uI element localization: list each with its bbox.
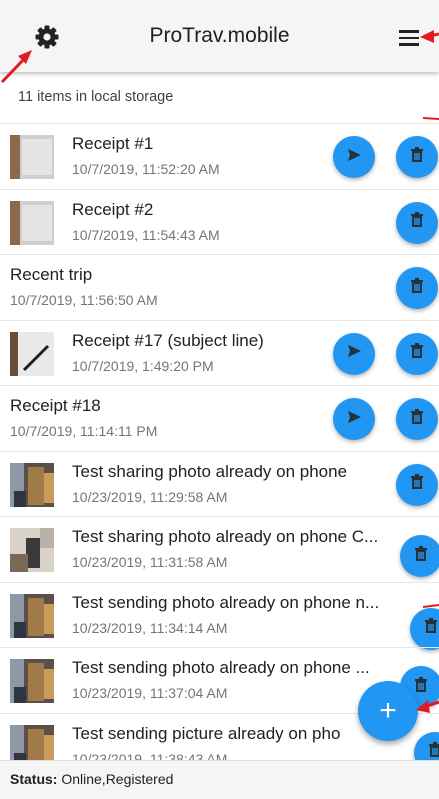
annotation-arrows xyxy=(0,30,439,713)
